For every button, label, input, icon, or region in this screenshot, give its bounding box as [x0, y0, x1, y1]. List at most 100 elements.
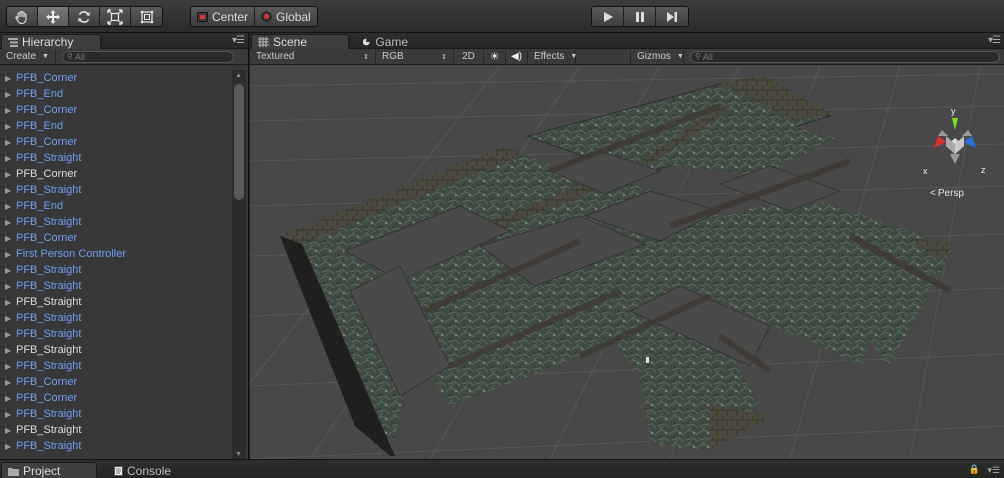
scroll-down-icon[interactable]: ▼: [235, 451, 242, 458]
move-tool-button[interactable]: [38, 7, 69, 26]
tab-hierarchy[interactable]: Hierarchy: [1, 34, 101, 49]
hierarchy-item-label: PFB_Corner: [16, 168, 78, 180]
hierarchy-item[interactable]: ▶ PFB_Corner: [0, 70, 232, 86]
hierarchy-item[interactable]: ▶ PFB_End: [0, 198, 232, 214]
hierarchy-item[interactable]: ▶ PFB_Straight: [0, 150, 232, 166]
tab-console[interactable]: Console: [108, 462, 188, 478]
gizmo-x-arrow: [934, 136, 946, 148]
hierarchy-item[interactable]: ▶ PFB_Straight: [0, 214, 232, 230]
expand-arrow-icon[interactable]: ▶: [5, 266, 16, 275]
projection-toggle[interactable]: < Persp: [930, 188, 964, 199]
tab-game[interactable]: Game: [356, 34, 416, 49]
expand-arrow-icon[interactable]: ▶: [5, 186, 16, 195]
hierarchy-item[interactable]: ▶ PFB_Straight: [0, 438, 232, 454]
expand-arrow-icon[interactable]: ▶: [5, 234, 16, 243]
hierarchy-item[interactable]: ▶ PFB_Straight: [0, 310, 232, 326]
gizmos-dropdown[interactable]: Gizmos ▼: [630, 49, 684, 64]
hierarchy-search-input[interactable]: ⚲ All: [61, 50, 234, 63]
hierarchy-panel: Hierarchy ▾☰ Create ▼ ⚲ All ▶ PFB_Corner ▶…: [0, 33, 249, 460]
hierarchy-item[interactable]: ▶ First Person Controller: [0, 246, 232, 262]
tab-scene[interactable]: Scene: [251, 34, 349, 49]
panel-menu-icon[interactable]: ▾☰: [987, 465, 1000, 476]
hierarchy-item[interactable]: ▶ PFB_End: [0, 86, 232, 102]
scene-panel-menu-icon[interactable]: ▾☰: [988, 35, 1001, 46]
hierarchy-scrollbar[interactable]: ▲ ▼: [232, 70, 246, 460]
hierarchy-item[interactable]: ▶ PFB_Corner: [0, 230, 232, 246]
hierarchy-item[interactable]: ▶ PFB_Straight: [0, 262, 232, 278]
step-icon: [667, 11, 677, 22]
scale-tool-button[interactable]: [100, 7, 131, 26]
hierarchy-item[interactable]: ▶ PFB_Corner: [0, 166, 232, 182]
hierarchy-item[interactable]: ▶ PFB_Corner: [0, 374, 232, 390]
expand-arrow-icon[interactable]: ▶: [5, 410, 16, 419]
expand-arrow-icon[interactable]: ▶: [5, 378, 16, 387]
hand-tool-button[interactable]: [7, 7, 38, 26]
hierarchy-item[interactable]: ▶ PFB_Corner: [0, 390, 232, 406]
expand-arrow-icon[interactable]: ▶: [5, 282, 16, 291]
expand-arrow-icon[interactable]: ▶: [5, 346, 16, 355]
orientation-gizmo[interactable]: [920, 108, 990, 168]
lighting-toggle[interactable]: ☀: [484, 49, 506, 64]
scrollbar-thumb[interactable]: [234, 84, 244, 200]
expand-arrow-icon[interactable]: ▶: [5, 90, 16, 99]
expand-arrow-icon[interactable]: ▶: [5, 122, 16, 131]
expand-arrow-icon[interactable]: ▶: [5, 106, 16, 115]
expand-arrow-icon[interactable]: ▶: [5, 442, 16, 451]
step-button[interactable]: [656, 7, 688, 26]
tab-project[interactable]: Project: [1, 462, 97, 478]
hierarchy-item-label: PFB_Corner: [16, 136, 78, 148]
hierarchy-item[interactable]: ▶ PFB_Straight: [0, 182, 232, 198]
scene-tabbar: Scene Game ▾☰: [250, 33, 1004, 49]
tab-project-label: Project: [23, 464, 61, 478]
hierarchy-item[interactable]: ▶ PFB_Straight: [0, 422, 232, 438]
hierarchy-item[interactable]: ▶ PFB_Straight: [0, 358, 232, 374]
hierarchy-item-label: PFB_Straight: [16, 264, 82, 276]
effects-dropdown[interactable]: Effects ▼: [528, 49, 577, 64]
color-mode-dropdown[interactable]: RGB ⇕: [376, 49, 454, 64]
expand-arrow-icon[interactable]: ▶: [5, 394, 16, 403]
hierarchy-item[interactable]: ▶ PFB_Corner: [0, 102, 232, 118]
scroll-up-icon[interactable]: ▲: [235, 72, 242, 79]
expand-arrow-icon[interactable]: ▶: [5, 154, 16, 163]
hierarchy-item-label: PFB_End: [16, 120, 64, 132]
panel-menu-icon[interactable]: ▾☰: [232, 35, 245, 46]
hierarchy-item[interactable]: ▶ PFB_Straight: [0, 406, 232, 422]
hierarchy-item[interactable]: ▶ PFB_Straight: [0, 278, 232, 294]
console-icon: [114, 465, 123, 476]
dropdown-arrow-icon: ⇕: [363, 53, 369, 61]
pause-button[interactable]: [624, 7, 656, 26]
expand-arrow-icon[interactable]: ▶: [5, 314, 16, 323]
expand-arrow-icon[interactable]: ▶: [5, 362, 16, 371]
lock-icon[interactable]: 🔒: [969, 464, 980, 475]
play-button[interactable]: [592, 7, 624, 26]
rotate-tool-button[interactable]: [69, 7, 100, 26]
expand-arrow-icon[interactable]: ▶: [5, 298, 16, 307]
audio-toggle[interactable]: ◀): [506, 49, 528, 64]
expand-arrow-icon[interactable]: ▶: [5, 250, 16, 259]
mode-2d-toggle[interactable]: 2D: [454, 49, 484, 64]
pivot-center-button[interactable]: Center: [191, 7, 256, 26]
pause-icon: [635, 11, 644, 22]
expand-arrow-icon[interactable]: ▶: [5, 202, 16, 211]
create-dropdown[interactable]: Create ▼: [0, 49, 56, 64]
scene-viewport[interactable]: y x z < Persp: [250, 66, 1004, 459]
scene-search-input[interactable]: ⚲ All: [690, 50, 1000, 63]
expand-arrow-icon[interactable]: ▶: [5, 138, 16, 147]
hierarchy-item-label: PFB_Straight: [16, 152, 82, 164]
expand-arrow-icon[interactable]: ▶: [5, 74, 16, 83]
render-mode-dropdown[interactable]: Textured ⇕: [250, 49, 376, 64]
expand-arrow-icon[interactable]: ▶: [5, 330, 16, 339]
expand-arrow-icon[interactable]: ▶: [5, 426, 16, 435]
hierarchy-item[interactable]: ▶ PFB_End: [0, 118, 232, 134]
hierarchy-item[interactable]: ▶ PFB_Straight: [0, 294, 232, 310]
expand-arrow-icon[interactable]: ▶: [5, 170, 16, 179]
pivot-global-button[interactable]: Global: [255, 7, 317, 26]
hierarchy-subtoolbar: Create ▼ ⚲ All: [0, 49, 248, 65]
gizmo-x-label: x: [923, 166, 928, 176]
rect-tool-button[interactable]: [131, 7, 162, 26]
dropdown-arrow-icon: ⇕: [441, 53, 447, 61]
hierarchy-item[interactable]: ▶ PFB_Corner: [0, 134, 232, 150]
hierarchy-item[interactable]: ▶ PFB_Straight: [0, 342, 232, 358]
hierarchy-item[interactable]: ▶ PFB_Straight: [0, 326, 232, 342]
expand-arrow-icon[interactable]: ▶: [5, 218, 16, 227]
